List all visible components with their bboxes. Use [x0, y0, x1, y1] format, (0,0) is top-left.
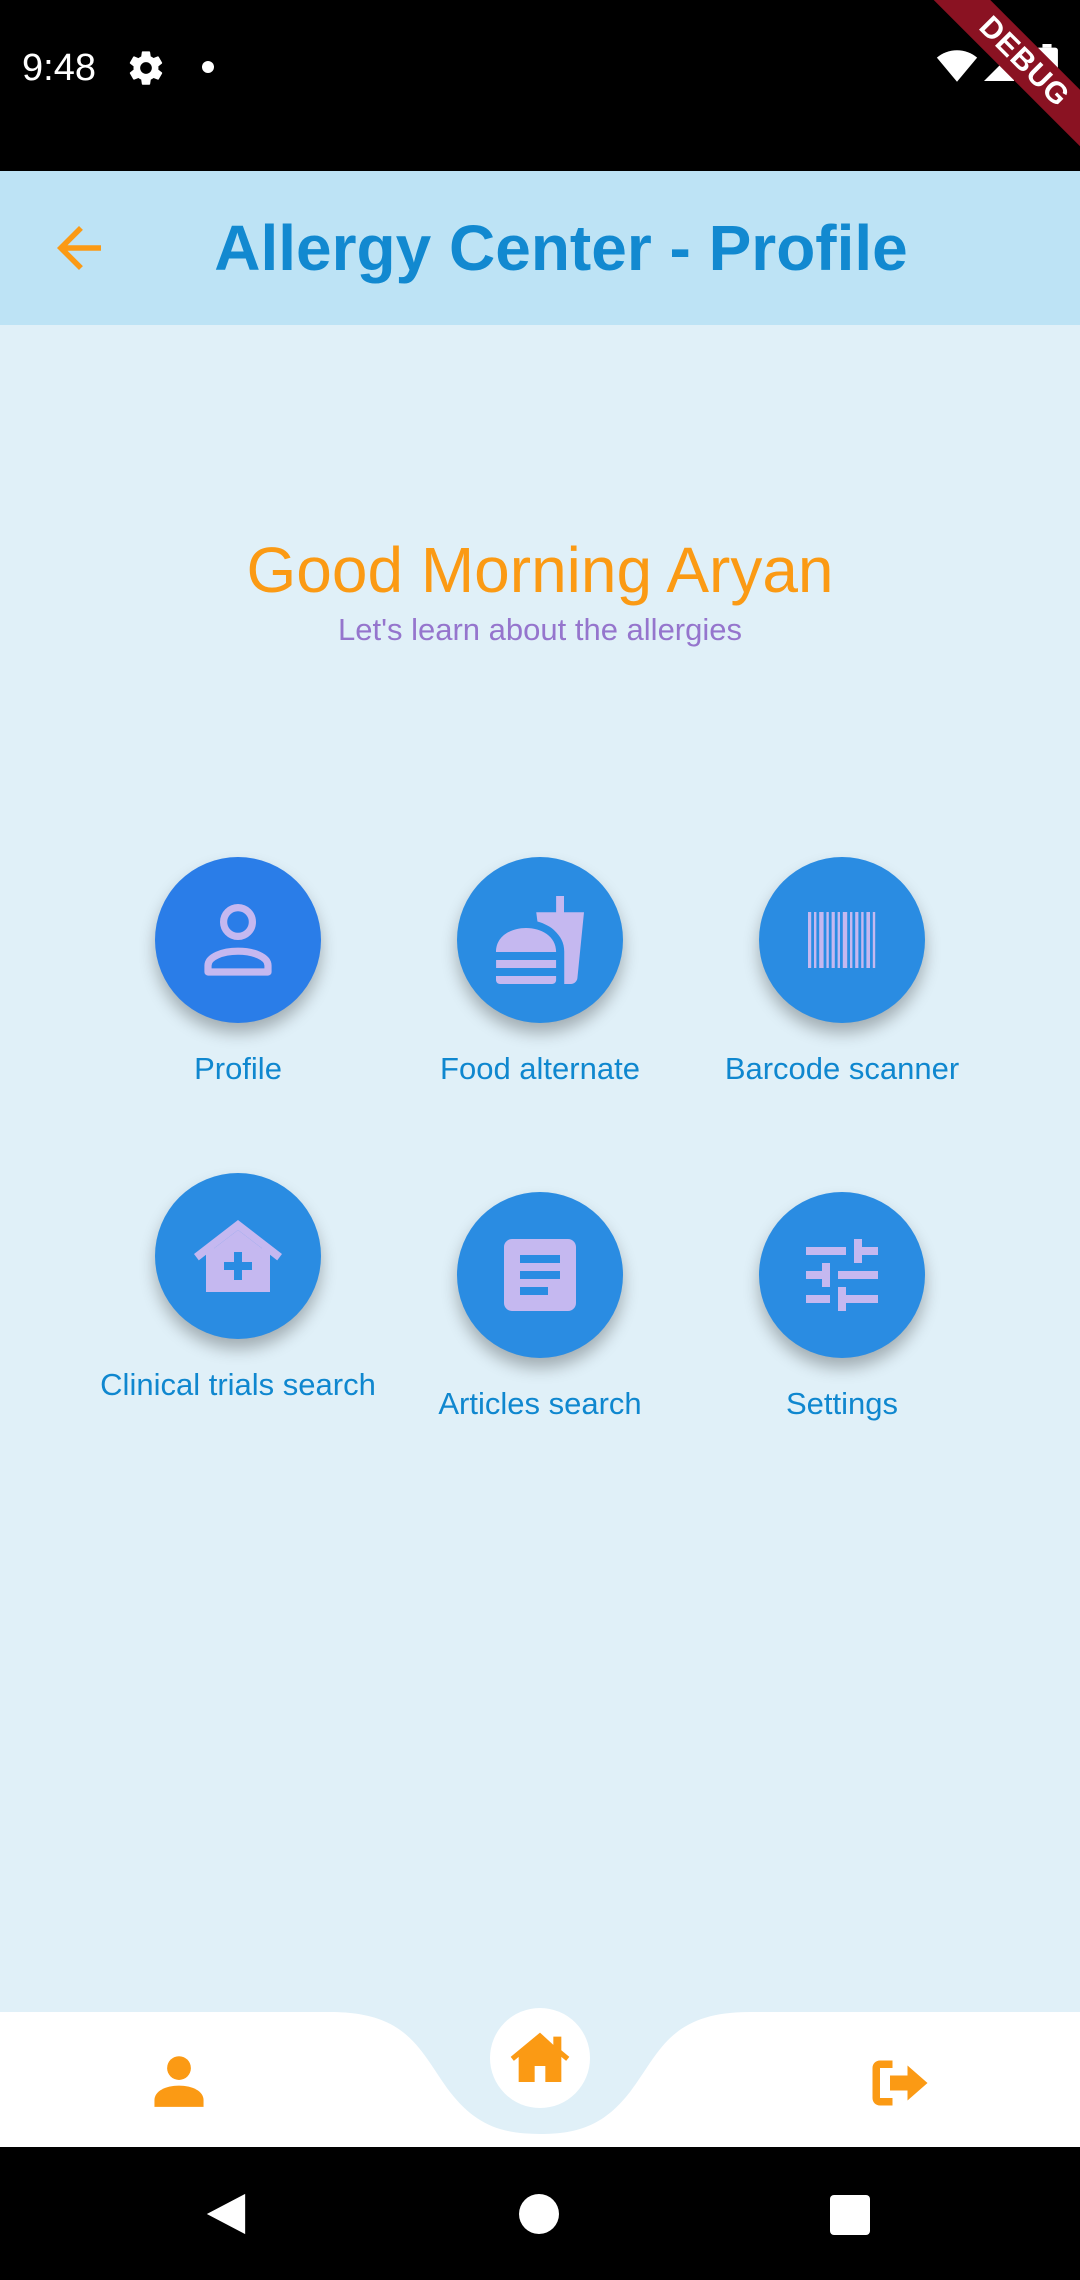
wifi-icon	[936, 50, 978, 82]
settings-tile-button[interactable]	[759, 1192, 925, 1358]
tile-label-settings: Settings	[785, 1386, 898, 1421]
tile-label-articles-search: Articles search	[438, 1386, 642, 1421]
tile-label-food-alternate: Food alternate	[440, 1051, 640, 1086]
home-icon	[510, 2032, 570, 2082]
tile-label-clinical-trials-search: Clinical trials search	[100, 1367, 376, 1402]
nav-home-button[interactable]	[490, 2008, 590, 2108]
logout-icon[interactable]	[870, 2058, 930, 2108]
tile-barcode-scanner[interactable]: Barcode scanner	[692, 857, 992, 1088]
tile-articles-search[interactable]: Articles search	[390, 1192, 690, 1423]
system-back-icon[interactable]	[204, 2191, 248, 2237]
clinical-trials-tile-button[interactable]	[155, 1173, 321, 1339]
tile-label-profile: Profile	[194, 1051, 282, 1086]
bottom-navigation-bar	[0, 2008, 1080, 2147]
person-icon	[204, 904, 272, 976]
profile-tile-button[interactable]	[155, 857, 321, 1023]
notification-dot	[202, 61, 214, 73]
status-bar: 9:48	[0, 0, 1080, 171]
fastfood-icon	[496, 896, 584, 984]
articles-search-tile-button[interactable]	[457, 1192, 623, 1358]
nav-person-icon[interactable]	[148, 2050, 210, 2112]
gear-icon	[129, 51, 163, 85]
tune-icon	[806, 1239, 878, 1311]
battery-icon	[1036, 44, 1058, 84]
app-bar: Allergy Center - Profile	[0, 171, 1080, 325]
system-navigation-bar	[0, 2147, 1080, 2280]
system-home-button[interactable]	[519, 2194, 559, 2234]
tile-settings[interactable]: Settings	[692, 1192, 992, 1423]
signal-icon	[984, 51, 1014, 81]
barcode-scanner-tile-button[interactable]	[759, 857, 925, 1023]
hospital-icon	[194, 1220, 282, 1292]
tile-label-barcode-scanner: Barcode scanner	[724, 1051, 960, 1086]
barcode-icon	[808, 912, 876, 968]
article-icon	[504, 1239, 576, 1311]
status-time: 9:48	[22, 47, 96, 89]
tile-profile[interactable]: Profile	[88, 857, 388, 1088]
greeting-title: Good Morning Aryan	[246, 534, 834, 606]
main-content: Good Morning Aryan Let's learn about the…	[0, 325, 1080, 2012]
greeting-subtitle: Let's learn about the allergies	[337, 612, 742, 647]
food-alternate-tile-button[interactable]	[457, 857, 623, 1023]
system-recents-button[interactable]	[830, 2195, 870, 2235]
tile-food-alternate[interactable]: Food alternate	[390, 857, 690, 1088]
tile-clinical-trials-search[interactable]: Clinical trials search	[88, 1173, 388, 1404]
page-title: Allergy Center - Profile	[214, 212, 908, 284]
